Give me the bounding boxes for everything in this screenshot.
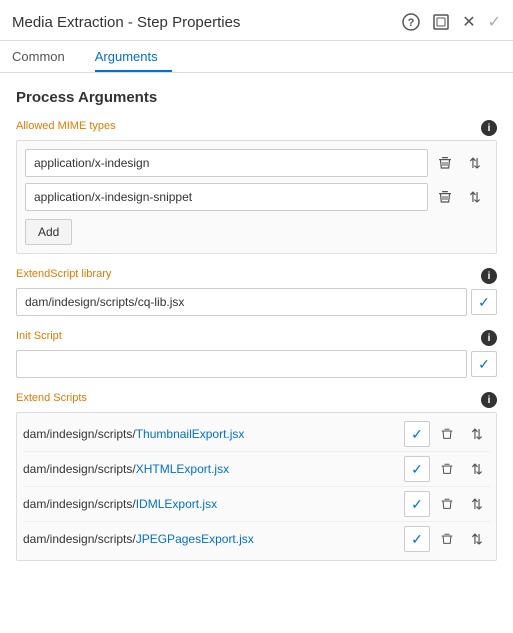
initscript-checkbox[interactable]: ✓ bbox=[471, 351, 497, 377]
mime-label-row: Allowed MIME types i bbox=[16, 120, 497, 136]
mime-input-1[interactable] bbox=[25, 183, 428, 211]
es-row-3: dam/indesign/scripts/JPEGPagesExport.jsx… bbox=[23, 522, 490, 556]
extendscript-checkbox[interactable]: ✓ bbox=[471, 289, 497, 315]
help-icon[interactable]: ? bbox=[402, 13, 420, 31]
es-delete-1[interactable] bbox=[434, 456, 460, 482]
initscript-input-row: ✓ bbox=[16, 350, 497, 378]
mime-add-button[interactable]: Add bbox=[25, 219, 72, 245]
es-prefix-2: dam/indesign/scripts/ bbox=[23, 497, 136, 511]
close-icon[interactable]: ✕ bbox=[462, 12, 475, 32]
es-sort-2[interactable]: ⇅ bbox=[464, 491, 490, 517]
es-prefix-3: dam/indesign/scripts/ bbox=[23, 532, 136, 546]
header-icons: ? ✕ ✓ bbox=[402, 12, 501, 32]
es-text-3: dam/indesign/scripts/JPEGPagesExport.jsx bbox=[23, 532, 400, 546]
extendscript-input[interactable] bbox=[16, 288, 467, 316]
mime-row-1: ⇅ bbox=[25, 183, 488, 211]
es-link-2[interactable]: IDMLExport.jsx bbox=[136, 497, 217, 511]
extendscript-info-icon[interactable]: i bbox=[481, 268, 497, 284]
dialog-header: Media Extraction - Step Properties ? ✕ ✓ bbox=[0, 0, 513, 41]
section-title: Process Arguments bbox=[16, 89, 497, 106]
es-sort-0[interactable]: ⇅ bbox=[464, 421, 490, 447]
es-sort-1[interactable]: ⇅ bbox=[464, 456, 490, 482]
es-prefix-1: dam/indesign/scripts/ bbox=[23, 462, 136, 476]
es-delete-0[interactable] bbox=[434, 421, 460, 447]
initscript-input[interactable] bbox=[16, 350, 467, 378]
extendscript-input-row: ✓ bbox=[16, 288, 497, 316]
extendscript-label-row: ExtendScript library i bbox=[16, 268, 497, 284]
mime-section: ⇅ ⇅ Add bbox=[16, 140, 497, 254]
extend-scripts-label: Extend Scripts bbox=[16, 392, 87, 404]
mime-sort-0[interactable]: ⇅ bbox=[462, 150, 488, 176]
tab-arguments[interactable]: Arguments bbox=[95, 41, 172, 72]
extend-scripts-label-row: Extend Scripts i bbox=[16, 392, 497, 408]
extendscript-label: ExtendScript library bbox=[16, 268, 111, 280]
extendscript-section: ExtendScript library i ✓ bbox=[16, 268, 497, 316]
initscript-section: Init Script i ✓ bbox=[16, 330, 497, 378]
es-row-2: dam/indesign/scripts/IDMLExport.jsx ✓ ⇅ bbox=[23, 487, 490, 522]
es-text-1: dam/indesign/scripts/XHTMLExport.jsx bbox=[23, 462, 400, 476]
initscript-info-icon[interactable]: i bbox=[481, 330, 497, 346]
es-text-2: dam/indesign/scripts/IDMLExport.jsx bbox=[23, 497, 400, 511]
initscript-label: Init Script bbox=[16, 330, 62, 342]
es-link-0[interactable]: ThumbnailExport.jsx bbox=[136, 427, 245, 441]
es-link-3[interactable]: JPEGPagesExport.jsx bbox=[136, 532, 254, 546]
extend-scripts-section: Extend Scripts i dam/indesign/scripts/Th… bbox=[16, 392, 497, 561]
confirm-icon[interactable]: ✓ bbox=[488, 12, 501, 32]
es-checkbox-0[interactable]: ✓ bbox=[404, 421, 430, 447]
dialog-title: Media Extraction - Step Properties bbox=[12, 14, 240, 31]
mime-input-0[interactable] bbox=[25, 149, 428, 177]
extend-scripts-info-icon[interactable]: i bbox=[481, 392, 497, 408]
expand-icon[interactable] bbox=[432, 13, 450, 31]
mime-label: Allowed MIME types bbox=[16, 120, 116, 132]
mime-delete-1[interactable] bbox=[432, 184, 458, 210]
mime-info-icon[interactable]: i bbox=[481, 120, 497, 136]
mime-row-0: ⇅ bbox=[25, 149, 488, 177]
es-link-1[interactable]: XHTMLExport.jsx bbox=[136, 462, 229, 476]
es-prefix-0: dam/indesign/scripts/ bbox=[23, 427, 136, 441]
es-delete-3[interactable] bbox=[434, 526, 460, 552]
svg-text:?: ? bbox=[408, 17, 415, 29]
es-row-1: dam/indesign/scripts/XHTMLExport.jsx ✓ ⇅ bbox=[23, 452, 490, 487]
content-area: Process Arguments Allowed MIME types i ⇅ bbox=[0, 73, 513, 591]
es-checkbox-3[interactable]: ✓ bbox=[404, 526, 430, 552]
initscript-label-row: Init Script i bbox=[16, 330, 497, 346]
mime-sort-1[interactable]: ⇅ bbox=[462, 184, 488, 210]
mime-delete-0[interactable] bbox=[432, 150, 458, 176]
es-checkbox-2[interactable]: ✓ bbox=[404, 491, 430, 517]
es-text-0: dam/indesign/scripts/ThumbnailExport.jsx bbox=[23, 427, 400, 441]
es-row-0: dam/indesign/scripts/ThumbnailExport.jsx… bbox=[23, 417, 490, 452]
tab-common[interactable]: Common bbox=[12, 41, 79, 72]
tab-bar: Common Arguments bbox=[0, 41, 513, 73]
es-delete-2[interactable] bbox=[434, 491, 460, 517]
es-checkbox-1[interactable]: ✓ bbox=[404, 456, 430, 482]
extend-scripts-box: dam/indesign/scripts/ThumbnailExport.jsx… bbox=[16, 412, 497, 561]
es-sort-3[interactable]: ⇅ bbox=[464, 526, 490, 552]
